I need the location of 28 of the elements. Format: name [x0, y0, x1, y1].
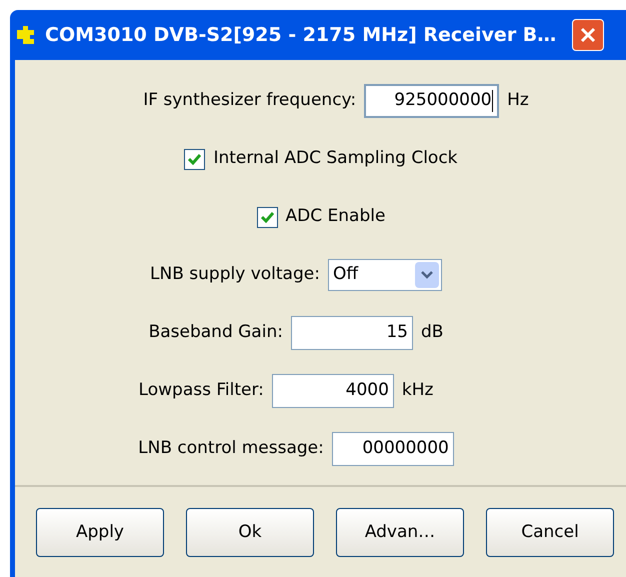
- puzzle-icon: [15, 24, 37, 46]
- dialog-button[interactable]: Apply: [36, 508, 164, 557]
- dialog-button[interactable]: Advan…: [336, 508, 464, 557]
- close-icon: [580, 27, 596, 43]
- check-icon: [260, 212, 274, 222]
- field-label: LNB control message:: [138, 437, 324, 460]
- checkbox-label: Internal ADC Sampling Clock: [213, 147, 458, 170]
- input-field[interactable]: 00000000: [332, 432, 454, 466]
- input-field[interactable]: 15: [290, 316, 413, 350]
- field-label: IF synthesizer frequency:: [143, 89, 356, 112]
- unit-label: Hz: [507, 89, 529, 112]
- dialog-button[interactable]: Ok: [186, 508, 314, 557]
- field-label: Lowpass Filter:: [138, 379, 264, 402]
- checkbox-label: ADC Enable: [286, 205, 386, 228]
- unit-label: dB: [420, 321, 444, 344]
- unit-label: kHz: [402, 379, 434, 402]
- field-label: LNB supply voltage:: [150, 263, 320, 286]
- dialog-button[interactable]: Cancel: [486, 508, 614, 557]
- checkbox[interactable]: [184, 148, 206, 170]
- checkbox[interactable]: [256, 206, 278, 228]
- chevron-down-icon: [414, 262, 439, 288]
- input-field[interactable]: 4000: [272, 374, 394, 408]
- field-label: Baseband Gain:: [148, 321, 283, 344]
- dropdown[interactable]: Off: [328, 259, 442, 291]
- close-button[interactable]: [572, 19, 604, 51]
- input-field[interactable]: 925000000: [364, 84, 500, 118]
- window-title: COM3010 DVB-S2[925 - 2175 MHz] Receiver B…: [45, 22, 556, 48]
- check-icon: [188, 154, 202, 164]
